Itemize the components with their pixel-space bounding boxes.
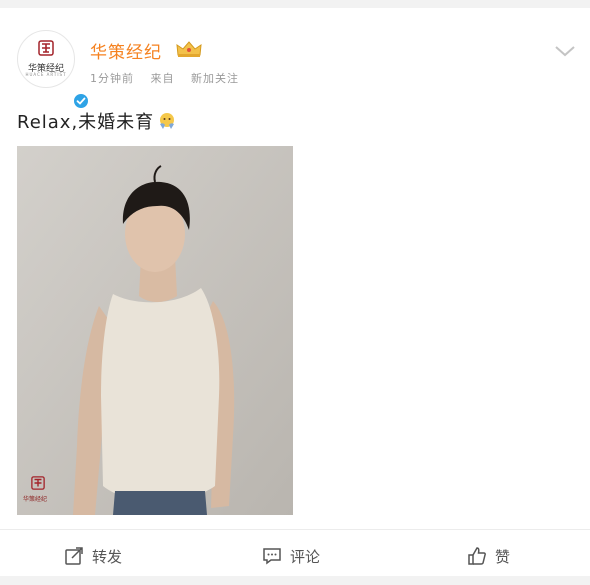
post-meta: 1分钟前 来自 新加关注 bbox=[90, 70, 251, 86]
watermark-logo-icon bbox=[31, 476, 45, 490]
post-photo[interactable]: 华策经纪 bbox=[17, 146, 293, 515]
comment-button[interactable]: 评论 bbox=[262, 544, 320, 568]
bottom-gap bbox=[0, 576, 590, 585]
emoji-icon bbox=[160, 113, 175, 129]
weibo-post-card: 华策经纪 HUACE ARTIST 华策经纪 1分钟前 来自 新加关注 Rela… bbox=[0, 8, 590, 576]
watermark-text: 华策经纪 bbox=[23, 496, 48, 503]
post-text: Relax,未婚未育 bbox=[17, 108, 176, 134]
brand-logo-icon bbox=[38, 40, 54, 56]
username[interactable]: 华策经纪 bbox=[90, 38, 162, 63]
action-divider bbox=[0, 529, 590, 530]
repost-label: 转发 bbox=[92, 547, 123, 566]
follow-status: 新加关注 bbox=[191, 72, 239, 85]
photo-watermark-logo: 华策经纪 bbox=[23, 476, 63, 506]
comment-icon bbox=[263, 548, 281, 565]
comment-label: 评论 bbox=[290, 547, 321, 566]
post-source: 来自 bbox=[150, 72, 175, 85]
like-button[interactable]: 赞 bbox=[467, 544, 510, 568]
photo-person-illustration bbox=[17, 146, 293, 515]
post-text-content: Relax,未婚未育 bbox=[17, 112, 155, 133]
chevron-down-icon[interactable] bbox=[554, 44, 576, 58]
like-icon bbox=[468, 547, 486, 565]
verified-icon bbox=[73, 93, 89, 109]
crown-icon[interactable] bbox=[175, 39, 203, 59]
repost-button[interactable]: 转发 bbox=[64, 544, 122, 568]
like-label: 赞 bbox=[495, 547, 511, 566]
avatar-brand-subtext: HUACE ARTIST bbox=[25, 72, 67, 77]
avatar[interactable]: 华策经纪 HUACE ARTIST bbox=[17, 30, 89, 109]
post-time[interactable]: 1分钟前 bbox=[90, 72, 134, 85]
repost-icon bbox=[65, 547, 83, 565]
